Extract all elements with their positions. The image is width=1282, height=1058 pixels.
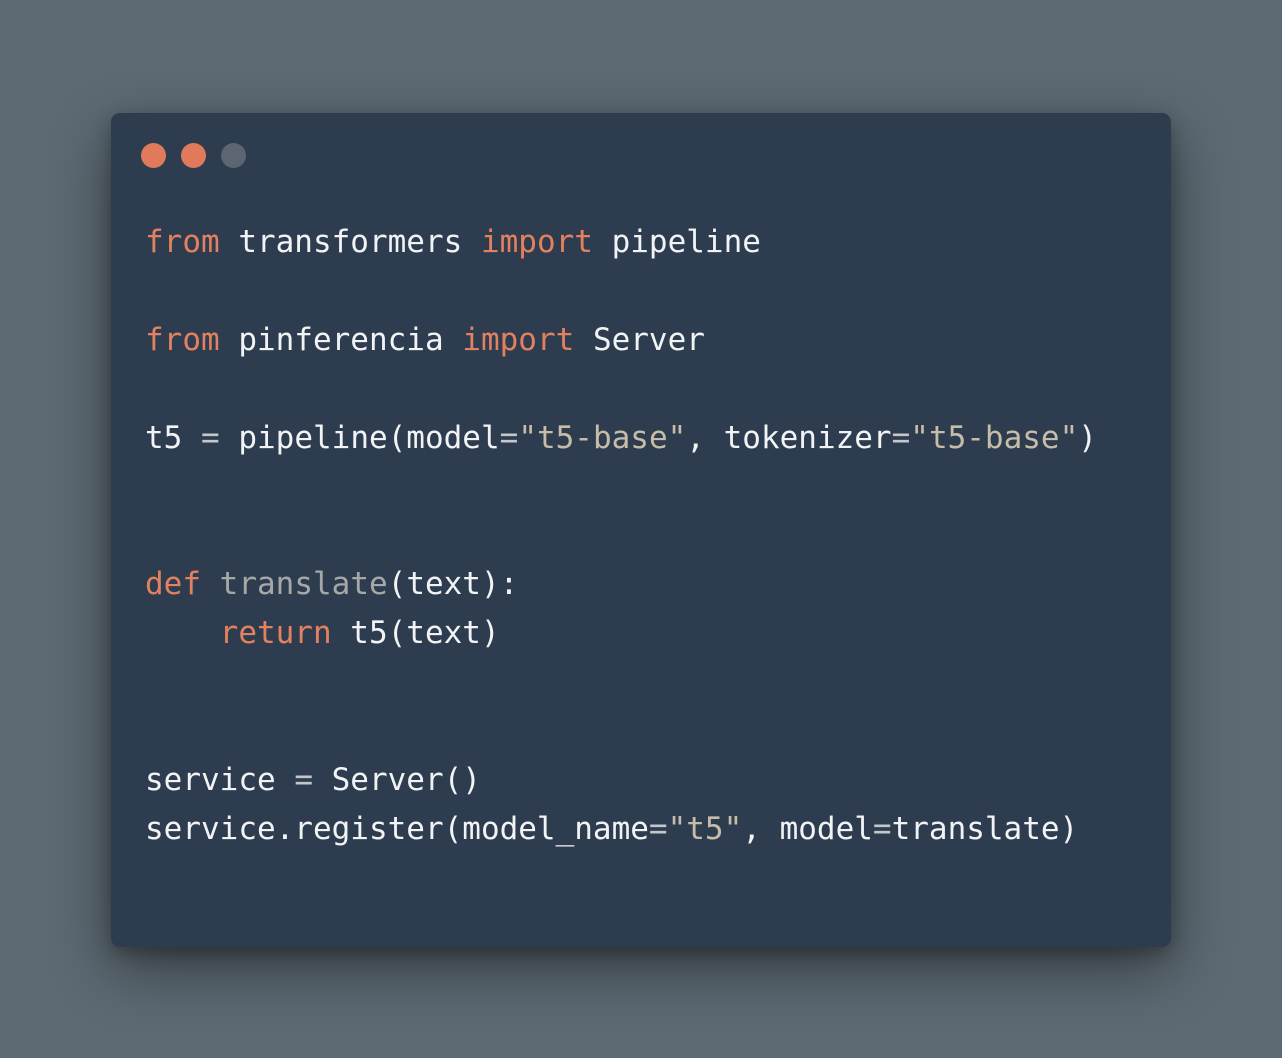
code-keyword: return [219,615,332,652]
code-text: Server() [312,761,481,798]
code-text: service.register(model_name [145,810,649,847]
code-text: translate) [891,810,1079,847]
code-keyword: import [462,321,575,358]
code-operator: = [201,419,220,456]
code-operator: = [499,419,519,456]
code-operator: = [891,419,911,456]
window-controls [141,143,246,168]
code-text: pinferencia [219,321,463,358]
code-line: t5 = pipeline(model="t5-base", tokenizer… [145,414,1097,463]
maximize-button-icon[interactable] [221,143,246,168]
code-text: Server [574,321,705,358]
code-line: from pinferencia import Server [145,316,1097,365]
code-line: service.register(model_name="t5", model=… [145,805,1097,854]
minimize-button-icon[interactable] [181,143,206,168]
code-line: service = Server() [145,756,1097,805]
code-line: return t5(text) [145,609,1097,658]
code-text: , model [742,810,873,847]
code-string: "t5" [667,810,743,847]
code-text: (text): [387,566,519,603]
code-operator: = [648,810,668,847]
code-keyword: def [145,566,201,603]
code-text: transformers [219,224,481,260]
close-button-icon[interactable] [141,143,166,168]
code-keyword: from [145,224,220,260]
code-operator: = [872,810,892,847]
code-block: from transformers import pipeline from pi… [145,218,1097,854]
code-keyword: from [145,321,220,358]
code-operator: = [294,761,313,798]
code-window: from transformers import pipeline from pi… [111,113,1171,947]
code-text: pipeline [592,224,761,260]
code-function-name: translate [219,566,388,603]
code-string: "t5-base" [910,419,1079,456]
code-text: , tokenizer [686,419,892,456]
code-keyword: import [480,224,593,260]
code-text: t5(text) [331,615,500,652]
code-text: t5 [145,419,201,456]
code-line: def translate(text): [145,560,1097,609]
code-string: "t5-base" [518,419,687,456]
code-line: from transformers import pipeline [145,218,1097,267]
code-text: ) [1078,419,1097,456]
code-text: service [145,761,295,798]
code-text: pipeline(model [219,419,500,456]
